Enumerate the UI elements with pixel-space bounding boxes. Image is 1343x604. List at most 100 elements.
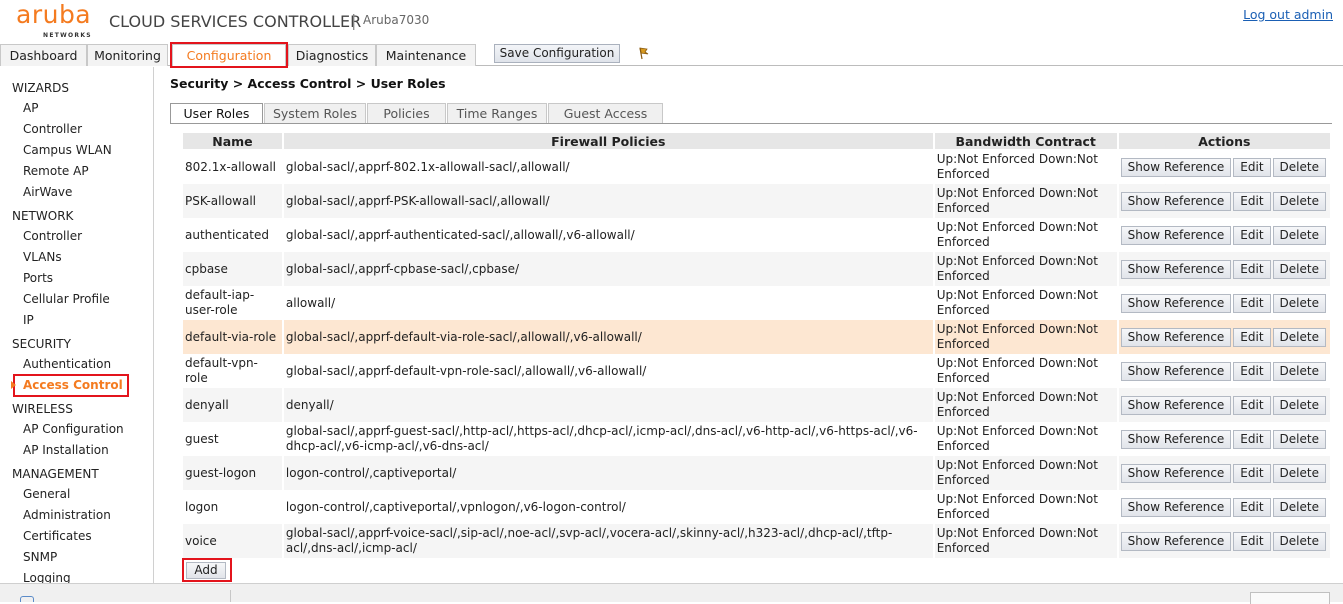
show-reference-button[interactable]: Show Reference (1120, 259, 1232, 279)
role-bandwidth-contract: Up:Not Enforced Down:Not Enforced (934, 490, 1117, 524)
delete-button[interactable]: Delete (1272, 361, 1326, 381)
sidebar-item-certificates[interactable]: Certificates (23, 529, 92, 543)
add-role-button[interactable]: Add (186, 562, 226, 579)
edit-button[interactable]: Edit (1233, 531, 1271, 551)
show-reference-button[interactable]: Show Reference (1120, 327, 1232, 347)
role-name: 802.1x-allowall (183, 150, 282, 184)
table-row[interactable]: default-vpn-role global-sacl/,apprf-defau… (183, 354, 1330, 388)
show-reference-button[interactable]: Show Reference (1120, 395, 1232, 415)
table-row[interactable]: cpbase global-sacl/,apprf-cpbase-sacl/,cp… (183, 252, 1330, 286)
edit-button[interactable]: Edit (1233, 157, 1271, 177)
table-row[interactable]: denyall denyall/Up:Not Enforced Down:Not … (183, 388, 1330, 422)
role-firewall-policies: global-sacl/,apprf-default-vpn-role-sacl… (283, 354, 933, 388)
delete-button[interactable]: Delete (1272, 157, 1326, 177)
tab-monitoring[interactable]: Monitoring (87, 44, 168, 66)
sidebar-item-cellular-profile[interactable]: Cellular Profile (23, 292, 110, 306)
role-name: default-via-role (183, 320, 282, 354)
sidebar-item-remote-ap[interactable]: Remote AP (23, 164, 89, 178)
tab-dashboard[interactable]: Dashboard (0, 44, 87, 66)
edit-button[interactable]: Edit (1233, 293, 1271, 313)
table-row[interactable]: 802.1x-allowall global-sacl/,apprf-802.1x… (183, 150, 1330, 184)
edit-button[interactable]: Edit (1233, 463, 1271, 483)
table-row[interactable]: voice global-sacl/,apprf-voice-sacl/,sip-… (183, 524, 1330, 558)
tab-configuration[interactable]: Configuration (170, 42, 288, 68)
tab-diagnostics[interactable]: Diagnostics (288, 44, 376, 66)
sidebar-item-ip[interactable]: IP (23, 313, 34, 327)
sidebar-item-airwave[interactable]: AirWave (23, 185, 72, 199)
tab-guest-access[interactable]: Guest Access (548, 103, 663, 123)
show-reference-button[interactable]: Show Reference (1120, 191, 1232, 211)
show-reference-button[interactable]: Show Reference (1120, 497, 1232, 517)
delete-button[interactable]: Delete (1272, 225, 1326, 245)
sidebar-item-authentication[interactable]: Authentication (23, 357, 111, 371)
role-bandwidth-contract: Up:Not Enforced Down:Not Enforced (934, 218, 1117, 252)
delete-button[interactable]: Delete (1272, 463, 1326, 483)
delete-button[interactable]: Delete (1272, 497, 1326, 517)
delete-button[interactable]: Delete (1272, 531, 1326, 551)
role-actions: Show Reference Edit Delete (1118, 524, 1330, 558)
delete-button[interactable]: Delete (1272, 293, 1326, 313)
edit-button[interactable]: Edit (1233, 497, 1271, 517)
delete-button[interactable]: Delete (1272, 429, 1326, 449)
column-header-bandwidth-contract[interactable]: Bandwidth Contract (934, 133, 1117, 150)
show-reference-button[interactable]: Show Reference (1120, 361, 1232, 381)
tab-policies[interactable]: Policies (367, 103, 446, 123)
pending-changes-flag-icon[interactable] (636, 46, 650, 60)
sidebar-section-management: MANAGEMENT (12, 467, 99, 481)
table-row[interactable]: guest-logon logon-control/,captiveportal/… (183, 456, 1330, 490)
delete-button[interactable]: Delete (1272, 259, 1326, 279)
role-name: default-iap-user-role (183, 286, 282, 320)
sidebar-item-wizard-ap[interactable]: AP (23, 101, 38, 115)
table-row[interactable]: guest global-sacl/,apprf-guest-sacl/,http… (183, 422, 1330, 456)
sidebar-item-ap-configuration[interactable]: AP Configuration (23, 422, 124, 436)
column-header-firewall-policies[interactable]: Firewall Policies (283, 133, 933, 150)
breadcrumb: Security > Access Control > User Roles (170, 76, 446, 91)
role-actions: Show Reference Edit Delete (1118, 456, 1330, 490)
edit-button[interactable]: Edit (1233, 191, 1271, 211)
show-reference-button[interactable]: Show Reference (1120, 429, 1232, 449)
sidebar-item-snmp[interactable]: SNMP (23, 550, 57, 564)
logout-link[interactable]: Log out admin (1243, 7, 1333, 22)
table-row[interactable]: authenticated global-sacl/,apprf-authenti… (183, 218, 1330, 252)
save-configuration-button[interactable]: Save Configuration (494, 44, 620, 63)
role-firewall-policies: global-sacl/,apprf-default-via-role-sacl… (283, 320, 933, 354)
edit-button[interactable]: Edit (1233, 395, 1271, 415)
show-reference-button[interactable]: Show Reference (1120, 293, 1232, 313)
role-actions: Show Reference Edit Delete (1118, 252, 1330, 286)
role-bandwidth-contract: Up:Not Enforced Down:Not Enforced (934, 286, 1117, 320)
sidebar-item-network-controller[interactable]: Controller (23, 229, 82, 243)
sidebar-item-administration[interactable]: Administration (23, 508, 111, 522)
show-reference-button[interactable]: Show Reference (1120, 531, 1232, 551)
edit-button[interactable]: Edit (1233, 361, 1271, 381)
sidebar-item-general[interactable]: General (23, 487, 70, 501)
table-row[interactable]: logon logon-control/,captiveportal/,vpnlo… (183, 490, 1330, 524)
table-row[interactable]: default-iap-user-role allowall/Up:Not Enf… (183, 286, 1330, 320)
delete-button[interactable]: Delete (1272, 327, 1326, 347)
show-reference-button[interactable]: Show Reference (1120, 225, 1232, 245)
sidebar-item-vlans[interactable]: VLANs (23, 250, 62, 264)
edit-button[interactable]: Edit (1233, 327, 1271, 347)
footer-button[interactable] (1250, 592, 1330, 604)
sidebar-item-ap-installation[interactable]: AP Installation (23, 443, 109, 457)
edit-button[interactable]: Edit (1233, 429, 1271, 449)
sidebar-item-ports[interactable]: Ports (23, 271, 53, 285)
device-name: Aruba7030 (363, 13, 430, 27)
sidebar-item-wizard-controller[interactable]: Controller (23, 122, 82, 136)
tab-system-roles[interactable]: System Roles (264, 103, 366, 123)
delete-button[interactable]: Delete (1272, 395, 1326, 415)
tab-maintenance[interactable]: Maintenance (376, 44, 476, 66)
sidebar-item-access-control[interactable]: Access Control (23, 378, 123, 392)
tab-user-roles[interactable]: User Roles (170, 103, 263, 123)
table-row[interactable]: PSK-allowall global-sacl/,apprf-PSK-allow… (183, 184, 1330, 218)
table-row[interactable]: default-via-role global-sacl/,apprf-defau… (183, 320, 1330, 354)
delete-button[interactable]: Delete (1272, 191, 1326, 211)
tab-time-ranges[interactable]: Time Ranges (447, 103, 547, 123)
show-reference-button[interactable]: Show Reference (1120, 157, 1232, 177)
role-actions: Show Reference Edit Delete (1118, 422, 1330, 456)
show-reference-button[interactable]: Show Reference (1120, 463, 1232, 483)
edit-button[interactable]: Edit (1233, 225, 1271, 245)
edit-button[interactable]: Edit (1233, 259, 1271, 279)
column-header-name[interactable]: Name (183, 133, 282, 150)
sidebar-item-campus-wlan[interactable]: Campus WLAN (23, 143, 112, 157)
status-footer (0, 583, 1343, 602)
